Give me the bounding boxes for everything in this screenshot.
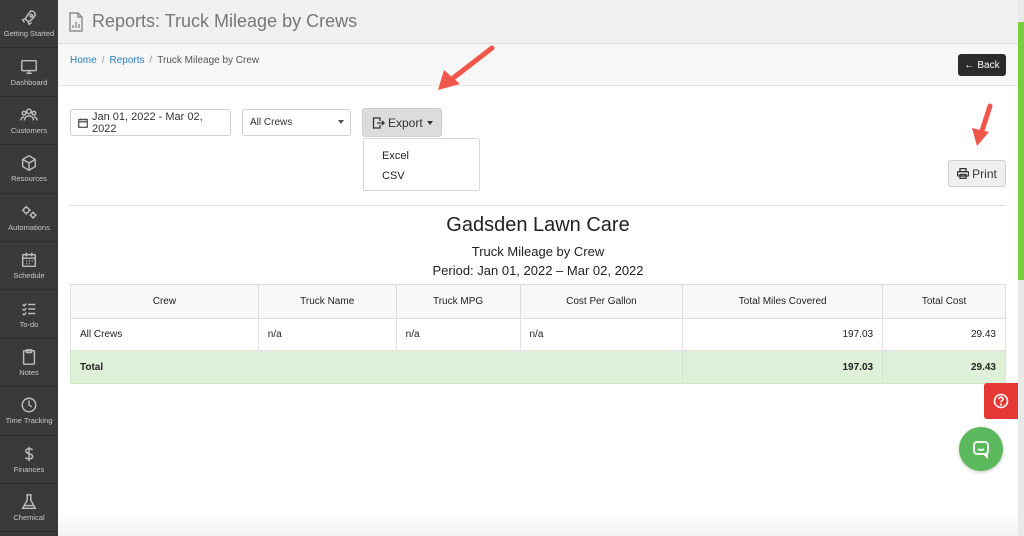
printer-icon (957, 168, 970, 179)
export-option-csv[interactable]: CSV (364, 167, 479, 187)
date-range-value: Jan 01, 2022 - Mar 02, 2022 (91, 110, 203, 135)
breadcrumb-separator: / (101, 55, 105, 66)
sidebar-item-automations[interactable]: Automations (0, 194, 58, 242)
gears-icon (21, 205, 37, 219)
cell-truck-mpg: n/a (395, 318, 521, 351)
cell-truck-name: n/a (257, 318, 397, 351)
cell-cost-per-gallon: n/a (519, 318, 684, 351)
sidebar-item-notes[interactable]: Notes (0, 339, 58, 388)
export-button-label: Export (388, 115, 423, 130)
sidebar-item-label: Finances (13, 464, 45, 474)
chat-bubble-icon (973, 441, 989, 459)
report-period: Period: Jan 01, 2022 – Mar 02, 2022 (432, 263, 644, 278)
breadcrumb-bar: Home / Reports / Truck Mileage by Crew ← Bac… (58, 44, 1018, 86)
breadcrumb-separator: / (149, 55, 153, 66)
page-header: Reports: Truck Mileage by Crews (58, 0, 1018, 44)
annotation-arrow-export (438, 45, 495, 90)
report-table: Crew Truck Name Truck MPG Cost Per Gallo… (69, 284, 1006, 384)
total-miles: 197.03 (682, 350, 884, 384)
section-divider (70, 205, 1006, 206)
cell-total-miles: 197.03 (682, 318, 884, 351)
clipboard-icon (22, 349, 36, 365)
file-export-icon (372, 116, 385, 129)
question-circle-icon (993, 393, 1009, 409)
sidebar-item-to-do[interactable]: To-do (0, 290, 58, 339)
sidebar-item-time-tracking[interactable]: Time Tracking (0, 387, 58, 436)
sidebar-item-label: To-do (19, 319, 39, 329)
back-button[interactable]: ← Back (958, 54, 1006, 76)
clock-icon (21, 397, 37, 413)
column-header-total-cost: Total Cost (882, 284, 1006, 319)
dollar-icon (24, 446, 34, 461)
column-header-truck-name: Truck Name (257, 284, 397, 319)
sidebar-item-label: Time Tracking (5, 416, 53, 426)
crew-select[interactable]: All Crews (242, 109, 351, 136)
table-row: All Crews n/a n/a n/a 197.03 29.43 (70, 318, 1006, 351)
export-option-excel[interactable]: Excel (364, 147, 479, 167)
column-header-total-miles: Total Miles Covered (682, 284, 884, 319)
sidebar-item-chemical[interactable]: Chemical (0, 484, 58, 533)
bottom-fade (58, 510, 1018, 536)
breadcrumb-current: Truck Mileage by Crew (157, 55, 260, 66)
date-range-picker[interactable]: Jan 01, 2022 - Mar 02, 2022 (70, 109, 231, 136)
sidebar-item-label: Automations (8, 222, 50, 232)
sidebar-item-label: Notes (19, 367, 39, 377)
chat-launcher-button[interactable] (959, 427, 1003, 471)
sidebar-item-dashboard[interactable]: Dashboard (0, 48, 58, 97)
sidebar-item-schedule[interactable]: Schedule (0, 242, 58, 291)
arrow-left-icon: ← (964, 59, 975, 71)
breadcrumb-reports-link[interactable]: Reports (109, 55, 144, 66)
rocket-icon (21, 10, 37, 26)
flask-icon (21, 494, 37, 510)
table-total-row: Total 197.03 29.43 (69, 350, 1006, 384)
select-caret-icon (338, 120, 344, 124)
table-header-row: Crew Truck Name Truck MPG Cost Per Gallo… (70, 284, 1006, 319)
sidebar-item-label: Getting Started (3, 29, 55, 39)
annotation-arrow-print (972, 103, 993, 146)
sidebar-item-label: Resources (11, 174, 47, 184)
cube-icon (21, 155, 37, 172)
report-document-icon (69, 11, 83, 32)
export-dropdown-menu: Excel CSV (363, 138, 480, 191)
sidebar-item-label: Chemical (13, 513, 45, 523)
breadcrumb: Home / Reports / Truck Mileage by Crew (70, 55, 259, 66)
print-button[interactable]: Print (948, 160, 1006, 187)
scrollbar-thumb[interactable] (1018, 22, 1024, 280)
breadcrumb-home-link[interactable]: Home (70, 55, 97, 66)
print-button-label: Print (972, 166, 997, 181)
sidebar-item-resources[interactable]: Resources (0, 145, 58, 194)
sidebar-item-label: Customers (10, 125, 48, 135)
back-button-label: Back (977, 59, 1000, 71)
total-cost: 29.43 (882, 350, 1006, 384)
report-company-name: Gadsden Lawn Care (446, 214, 630, 236)
sidebar-item-label: Dashboard (10, 77, 48, 87)
sidebar-item-getting-started[interactable]: Getting Started (0, 0, 58, 49)
report-subtitle: Truck Mileage by Crew (471, 244, 605, 259)
calendar-icon (21, 252, 37, 268)
sidebar-item-finances[interactable]: Finances (0, 436, 58, 484)
calendar-icon (78, 118, 88, 128)
total-label: Total (69, 350, 684, 384)
column-header-cost-per-gallon: Cost Per Gallon (519, 284, 684, 319)
cell-crew: All Crews (70, 318, 259, 351)
page-title: Reports: Truck Mileage by Crews (92, 11, 358, 31)
checklist-icon (22, 302, 36, 316)
sidebar: Getting Started Dashboard Customers Reso… (0, 0, 58, 536)
users-icon (20, 108, 38, 121)
column-header-truck-mpg: Truck MPG (395, 284, 521, 319)
crew-select-value: All Crews (250, 117, 293, 128)
column-header-crew: Crew (70, 284, 259, 319)
cell-total-cost: 29.43 (882, 318, 1006, 351)
monitor-icon (21, 59, 37, 74)
sidebar-item-customers[interactable]: Customers (0, 97, 58, 146)
caret-down-icon (426, 120, 433, 125)
export-button[interactable]: Export (362, 108, 442, 137)
help-button[interactable] (984, 383, 1018, 419)
sidebar-item-label: Schedule (13, 271, 45, 281)
